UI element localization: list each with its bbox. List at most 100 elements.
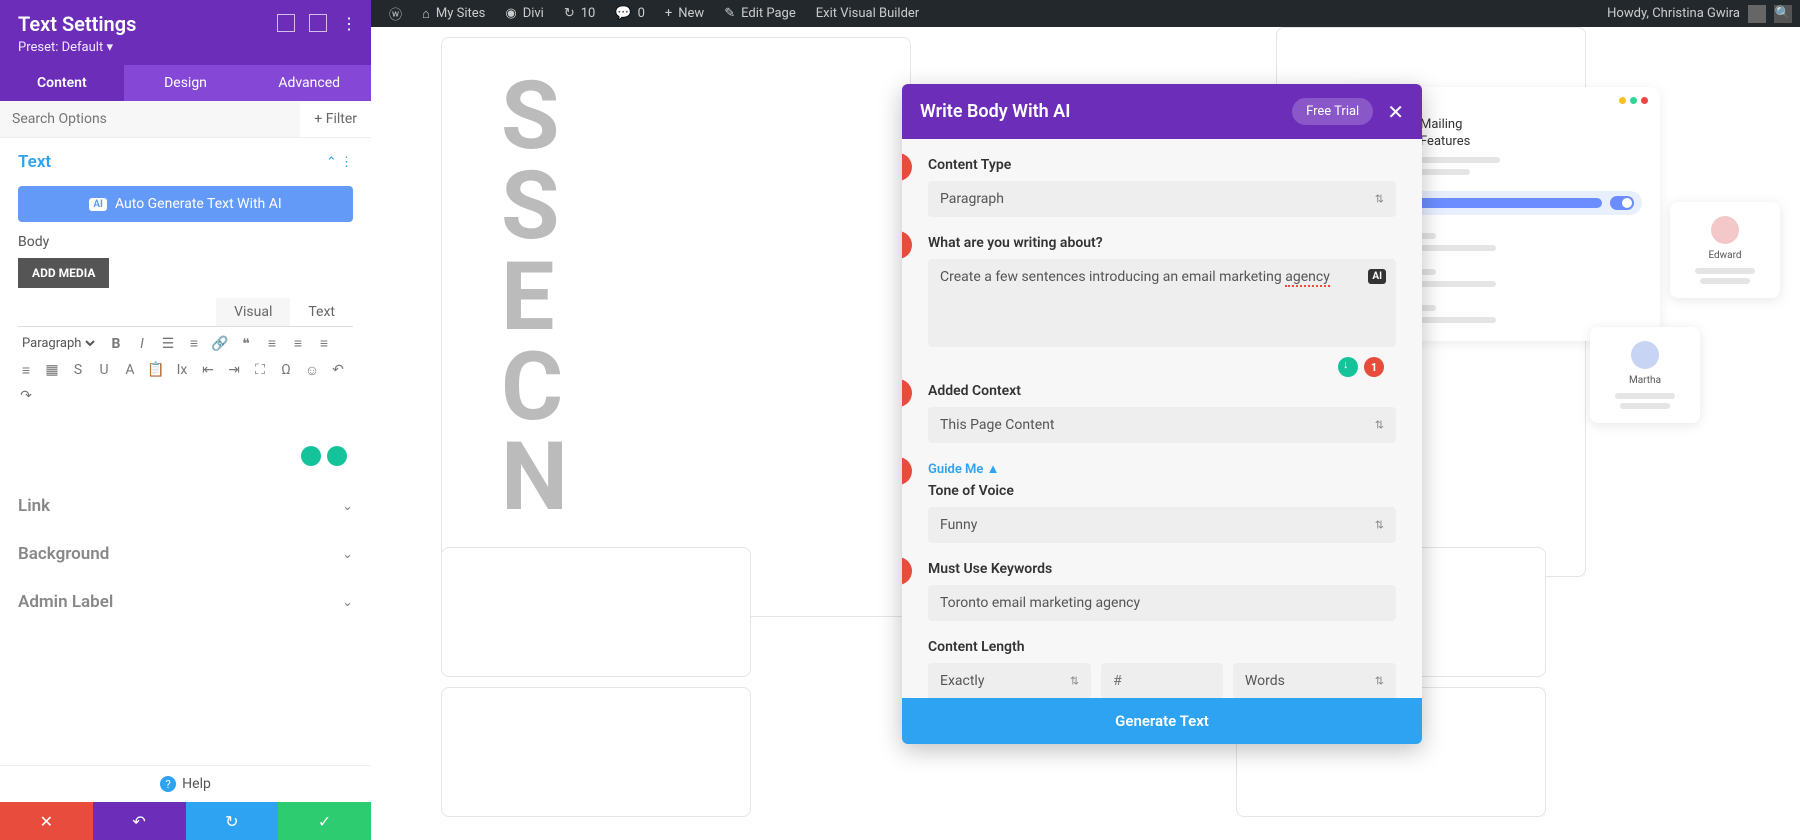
guide-me-toggle[interactable]: Guide Me ▲ [928,461,1396,477]
visual-canvas: SSECN ✉ MailingFeatures Edward Martha Wr… [371,27,1800,840]
tab-advanced[interactable]: Advanced [247,65,371,101]
search-row: + Filter [0,101,371,138]
fullscreen-icon[interactable]: ⛶ [252,362,268,378]
toggle-switch[interactable] [1610,196,1634,210]
comments[interactable]: 💬 0 [605,0,655,27]
format-select[interactable]: Paragraph [18,335,98,352]
wp-logo[interactable]: ⓦ [379,0,412,27]
cancel-button[interactable]: ✕ [0,802,93,840]
underline-icon[interactable]: U [96,362,112,378]
grammarly-down-icon[interactable] [1338,357,1358,377]
user-card-martha: Martha [1590,327,1700,423]
chevron-down-icon: ⌄ [342,499,353,514]
editor-tab-text[interactable]: Text [290,298,353,326]
textcolor-icon[interactable]: A [122,362,138,378]
settings-sidebar: Text Settings Preset: Default ▾ ⋮ Conten… [0,0,371,840]
expand-icon[interactable] [277,14,295,32]
outdent-icon[interactable]: ⇤ [200,362,216,378]
about-textarea[interactable]: Create a few sentences introducing an em… [928,259,1396,347]
tab-design[interactable]: Design [124,65,248,101]
tab-content[interactable]: Content [0,65,124,101]
help-link[interactable]: ?Help [0,765,371,803]
help-icon: ? [160,776,176,792]
modal-header: Write Body With AI Free Trial ✕ [902,84,1422,139]
length-label: Content Length [928,639,1396,655]
sidebar-tabs: Content Design Advanced [0,65,371,101]
redo-button[interactable]: ↻ [186,802,279,840]
context-label: Added Context [928,383,1396,399]
search-input[interactable] [0,101,300,137]
length-mode-select[interactable]: Exactly [928,663,1091,698]
tone-select[interactable]: Funny [928,507,1396,543]
step-badge-2: 2 [902,231,912,259]
length-unit-select[interactable]: Words [1233,663,1396,698]
paste-icon[interactable]: 📋 [148,362,164,378]
grammarly-icon[interactable] [301,446,321,466]
confirm-button[interactable]: ✓ [278,802,371,840]
undo-icon[interactable]: ↶ [330,362,346,378]
chevron-up-icon: ⌃ ⋮ [326,155,353,170]
context-select[interactable]: This Page Content [928,407,1396,443]
grammarly-icon-2[interactable] [327,446,347,466]
ul-icon[interactable]: ☰ [160,336,176,352]
chevron-down-icon: ⌄ [342,595,353,610]
redo-icon[interactable]: ↷ [18,388,34,404]
content-type-label: Content Type [928,157,1396,173]
search-icon[interactable]: 🔍 [1774,5,1792,23]
exit-visual-builder[interactable]: Exit Visual Builder [806,0,929,27]
section-background[interactable]: Background ⌄ [0,530,371,578]
ol-icon[interactable]: ≡ [186,336,202,352]
edit-page[interactable]: ✎ Edit Page [714,0,806,27]
ghost-heading: SSECN [501,72,568,523]
generate-text-button[interactable]: Generate Text [902,698,1422,744]
align-right-icon[interactable]: ≡ [316,336,332,352]
ai-badge-icon: AI [89,198,107,211]
howdy-text[interactable]: Howdy, Christina Gwira [1607,6,1740,21]
link-icon[interactable]: 🔗 [212,336,228,352]
updates[interactable]: ↻ 10 [554,0,606,27]
emoji-icon[interactable]: ☺ [304,362,320,378]
error-count-badge[interactable]: 1 [1364,357,1384,377]
keywords-input[interactable] [928,585,1396,621]
close-icon[interactable]: ✕ [1387,100,1404,124]
align-center-icon[interactable]: ≡ [290,336,306,352]
bold-icon[interactable]: B [108,336,124,352]
italic-icon[interactable]: I [134,336,150,352]
new[interactable]: + New [655,0,714,27]
quote-icon[interactable]: ❝ [238,336,254,352]
free-trial-badge[interactable]: Free Trial [1292,98,1373,125]
add-media-button[interactable]: ADD MEDIA [18,258,109,288]
clear-icon[interactable]: Ix [174,362,190,378]
undo-button[interactable]: ↶ [93,802,186,840]
section-link[interactable]: Link ⌄ [0,482,371,530]
preset-dropdown[interactable]: Preset: Default ▾ [18,40,353,55]
auto-generate-ai-button[interactable]: AI Auto Generate Text With AI [18,186,353,222]
avatar-icon [1711,216,1739,244]
filter-button[interactable]: + Filter [300,111,371,127]
ai-icon[interactable]: AI [1368,269,1386,284]
layout-icon[interactable] [309,14,327,32]
length-number-input[interactable] [1101,663,1223,698]
my-sites[interactable]: ⌂ My Sites [412,0,495,27]
step-badge-3: 3 [902,379,912,407]
site-divi[interactable]: ◉ Divi [495,0,554,27]
ai-modal: Write Body With AI Free Trial ✕ 1 Conten… [902,84,1422,744]
editor-tab-visual[interactable]: Visual [216,298,290,326]
align-justify-icon[interactable]: ≡ [18,362,34,378]
section-text[interactable]: Text ⌃ ⋮ [0,138,371,186]
content-type-select[interactable]: Paragraph [928,181,1396,217]
editor-content[interactable] [18,412,353,472]
user-avatar[interactable] [1748,5,1766,23]
section-admin-label[interactable]: Admin Label ⌄ [0,578,371,626]
user-card-edward: Edward [1670,202,1780,298]
more-icon[interactable]: ⋮ [341,14,359,32]
strike-icon[interactable]: S [70,362,86,378]
table-icon[interactable]: ▦ [44,362,60,378]
step-badge-5: 5 [902,557,912,585]
sidebar-header: Text Settings Preset: Default ▾ ⋮ [0,0,371,65]
indent-icon[interactable]: ⇥ [226,362,242,378]
align-left-icon[interactable]: ≡ [264,336,280,352]
chevron-down-icon: ⌄ [342,547,353,562]
sidebar-footer: ✕ ↶ ↻ ✓ [0,802,371,840]
specialchar-icon[interactable]: Ω [278,362,294,378]
